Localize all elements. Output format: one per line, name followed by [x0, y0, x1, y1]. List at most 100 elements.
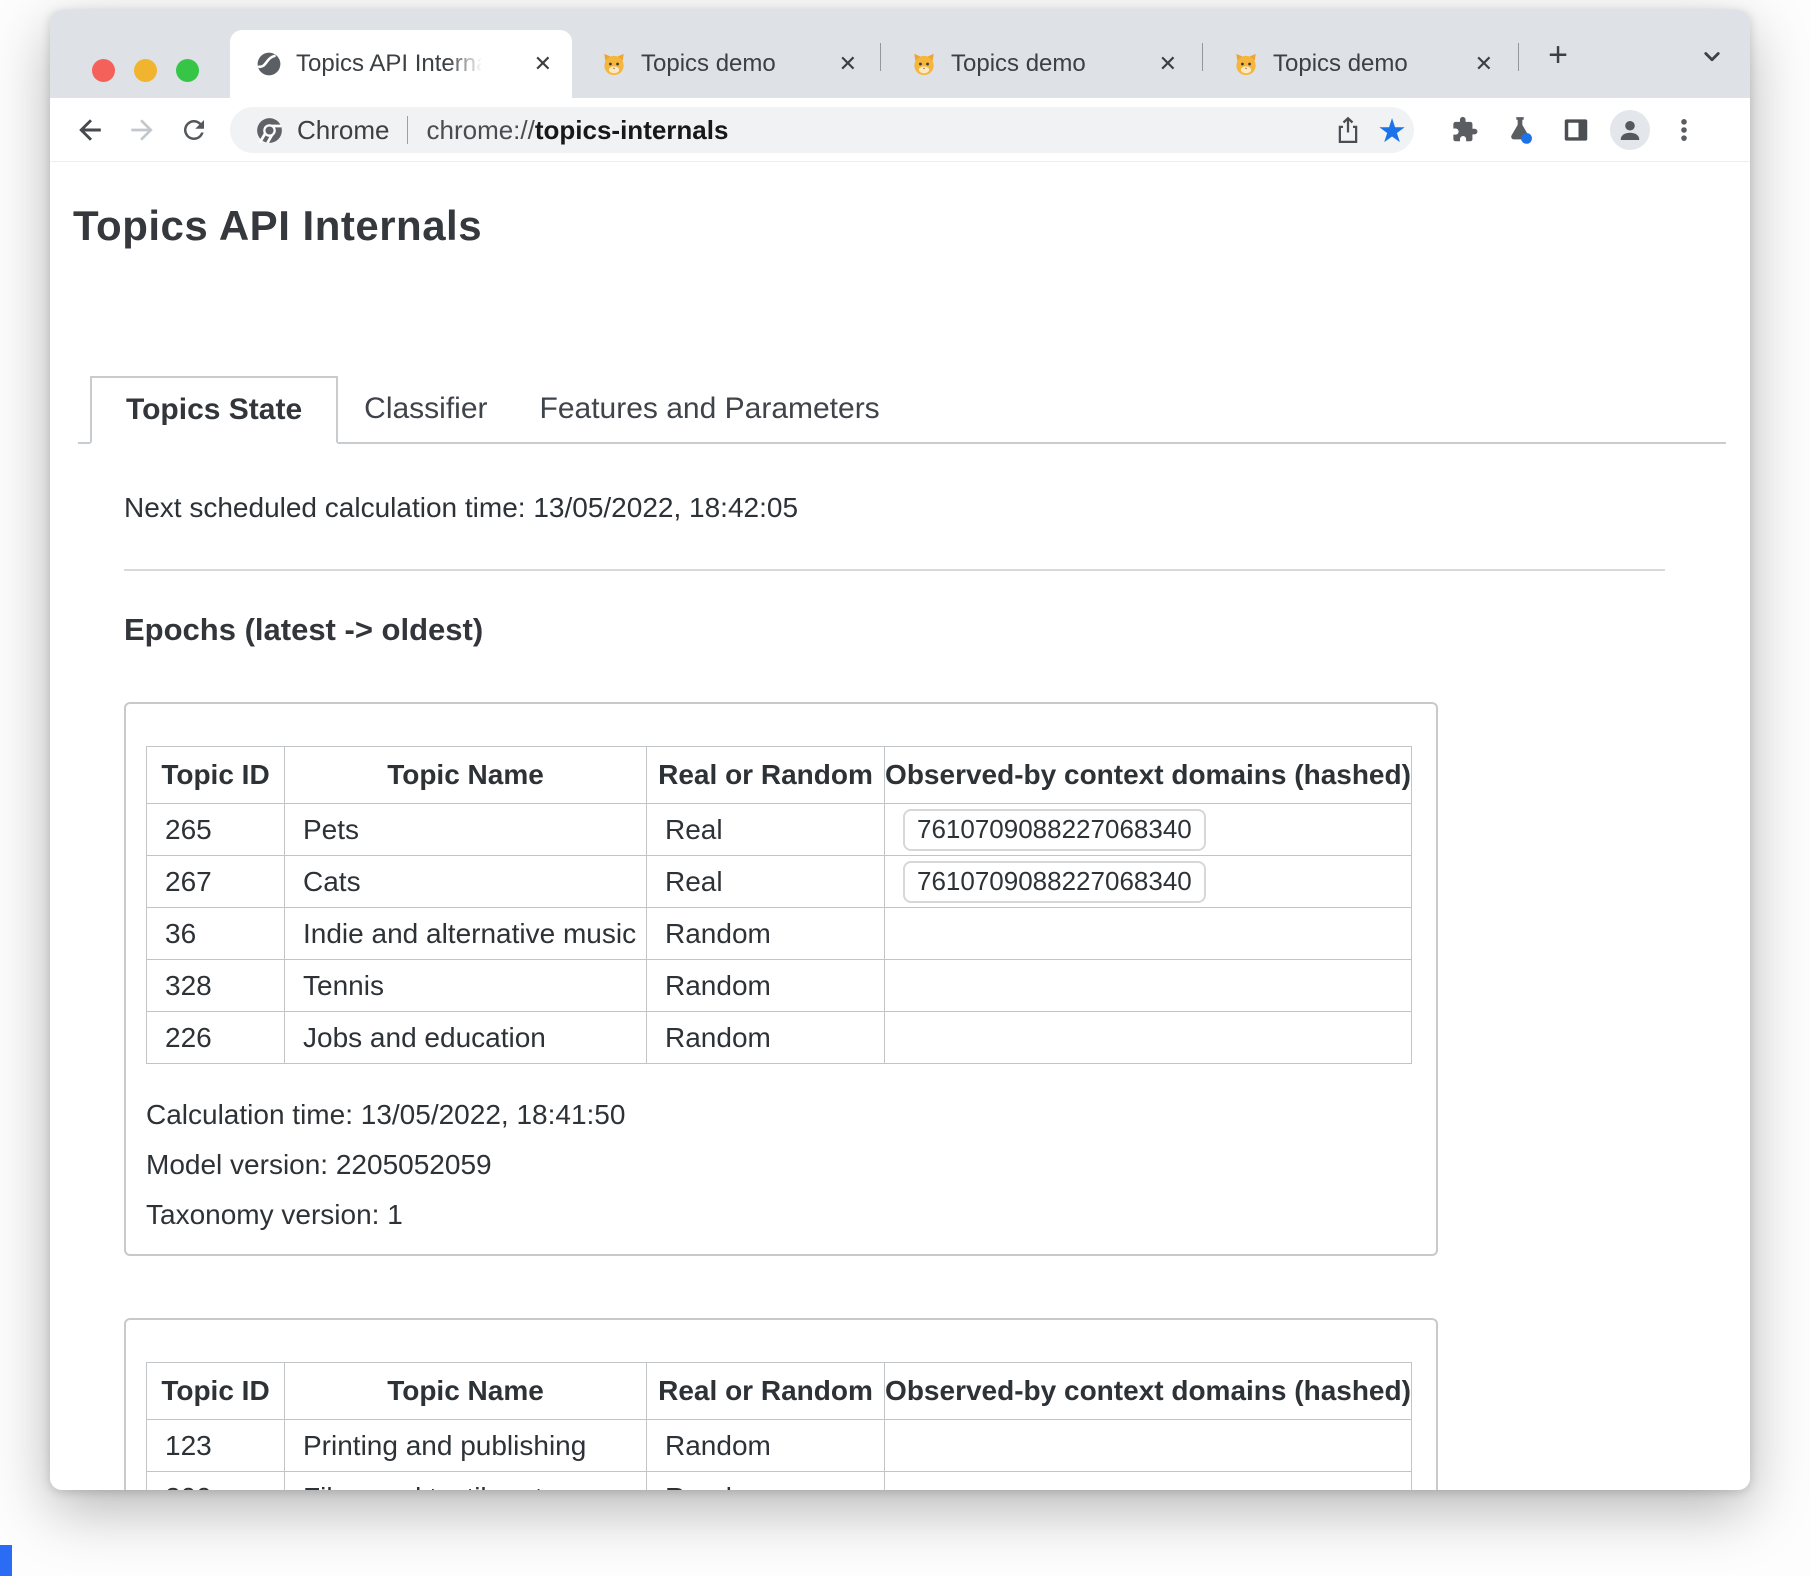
- observed-by-cell: [885, 908, 1412, 960]
- next-calculation-time: Next scheduled calculation time: 13/05/2…: [124, 492, 798, 524]
- cat-icon: [911, 51, 937, 77]
- topic-id-cell: 267: [147, 856, 285, 908]
- tab-title-fade: [448, 50, 482, 78]
- browser-tab-topics-demo-2[interactable]: Topics demo ✕: [885, 30, 1197, 98]
- tab-strip: Topics API Internals ✕ Topics demo ✕: [50, 10, 1750, 98]
- epoch-table-1: Topic ID Topic Name Real or Random Obser…: [146, 746, 1412, 1064]
- real-or-random-cell: Random: [647, 960, 885, 1012]
- hashed-domain-field[interactable]: 7610709088227068340: [903, 809, 1206, 851]
- tab-divider: [1202, 43, 1203, 71]
- topic-name-cell: Tennis: [285, 960, 647, 1012]
- tab-divider: [1518, 43, 1519, 71]
- bookmark-star-icon[interactable]: ★: [1370, 108, 1414, 152]
- kebab-menu-icon[interactable]: [1662, 108, 1706, 152]
- tab-title: Topics demo: [1273, 50, 1408, 78]
- hashed-domain-field[interactable]: 7610709088227068340: [903, 861, 1206, 903]
- tab-divider: [880, 43, 881, 71]
- topic-name-cell: Indie and alternative music: [285, 908, 647, 960]
- col-real-or-random: Real or Random: [647, 1363, 885, 1420]
- table-row: 123 Printing and publishing Random: [147, 1420, 1412, 1472]
- col-observed-by: Observed-by context domains (hashed): [885, 747, 1412, 804]
- tab-classifier[interactable]: Classifier: [338, 376, 513, 442]
- tab-search-chevron-icon[interactable]: [1690, 36, 1734, 76]
- page-tab-bar: Topics State Classifier Features and Par…: [78, 376, 1726, 444]
- new-tab-button[interactable]: +: [1538, 36, 1578, 76]
- maximize-window-button[interactable]: [176, 59, 199, 82]
- minimize-window-button[interactable]: [134, 59, 157, 82]
- table-row: 200 Fibre and textile arts Random: [147, 1472, 1412, 1491]
- col-topic-name: Topic Name: [285, 747, 647, 804]
- browser-tab-topics-internals[interactable]: Topics API Internals ✕: [230, 30, 572, 98]
- table-row: 226 Jobs and education Random: [147, 1012, 1412, 1064]
- close-window-button[interactable]: [92, 59, 115, 82]
- col-observed-by: Observed-by context domains (hashed): [885, 1363, 1412, 1420]
- topic-id-cell: 265: [147, 804, 285, 856]
- browser-tab-topics-demo-1[interactable]: Topics demo ✕: [575, 30, 877, 98]
- page-content: Topics API Internals Topics State Classi…: [50, 162, 1750, 1490]
- observed-by-cell: [885, 1420, 1412, 1472]
- observed-by-cell: [885, 960, 1412, 1012]
- table-row: 36 Indie and alternative music Random: [147, 908, 1412, 960]
- real-or-random-cell: Random: [647, 908, 885, 960]
- topic-name-cell: Fibre and textile arts: [285, 1472, 647, 1491]
- real-or-random-cell: Random: [647, 1012, 885, 1064]
- browser-tab-topics-demo-3[interactable]: Topics demo ✕: [1207, 30, 1513, 98]
- real-or-random-cell: Random: [647, 1420, 885, 1472]
- tab-title: Topics demo: [951, 50, 1086, 78]
- close-tab-icon[interactable]: ✕: [1159, 53, 1177, 75]
- table-header-row: Topic ID Topic Name Real or Random Obser…: [147, 1363, 1412, 1420]
- model-version: Model version: 2205052059: [146, 1140, 1436, 1190]
- col-real-or-random: Real or Random: [647, 747, 885, 804]
- back-button[interactable]: [68, 108, 112, 152]
- toolbar: Chrome chrome://topics-internals ★: [50, 98, 1750, 162]
- real-or-random-cell: Random: [647, 1472, 885, 1491]
- table-row: 267 Cats Real 7610709088227068340: [147, 856, 1412, 908]
- address-bar[interactable]: Chrome chrome://topics-internals ★: [230, 107, 1414, 153]
- page-title: Topics API Internals: [73, 202, 482, 250]
- profile-avatar[interactable]: [1610, 110, 1650, 150]
- background-window-sliver: [0, 1545, 12, 1576]
- topic-id-cell: 123: [147, 1420, 285, 1472]
- topic-name-cell: Cats: [285, 856, 647, 908]
- col-topic-name: Topic Name: [285, 1363, 647, 1420]
- browser-window: Topics API Internals ✕ Topics demo ✕: [50, 10, 1750, 1490]
- topic-name-cell: Printing and publishing: [285, 1420, 647, 1472]
- reload-button[interactable]: [172, 108, 216, 152]
- calculation-time: Calculation time: 13/05/2022, 18:41:50: [146, 1090, 1436, 1140]
- table-row: 328 Tennis Random: [147, 960, 1412, 1012]
- topic-id-cell: 200: [147, 1472, 285, 1491]
- extensions-puzzle-icon[interactable]: [1442, 108, 1486, 152]
- taxonomy-version: Taxonomy version: 1: [146, 1190, 1436, 1240]
- tab-features-and-parameters[interactable]: Features and Parameters: [514, 376, 906, 442]
- cat-icon: [601, 51, 627, 77]
- epoch-table-2: Topic ID Topic Name Real or Random Obser…: [146, 1362, 1412, 1490]
- section-divider: [124, 569, 1665, 571]
- table-header-row: Topic ID Topic Name Real or Random Obser…: [147, 747, 1412, 804]
- forward-button[interactable]: [120, 108, 164, 152]
- epochs-heading: Epochs (latest -> oldest): [124, 612, 483, 648]
- tab-title: Topics API Internals: [296, 50, 482, 78]
- col-topic-id: Topic ID: [147, 747, 285, 804]
- side-panel-icon[interactable]: [1554, 108, 1598, 152]
- col-topic-id: Topic ID: [147, 1363, 285, 1420]
- url-text[interactable]: chrome://topics-internals: [426, 115, 728, 146]
- topic-id-cell: 226: [147, 1012, 285, 1064]
- chrome-logo-icon: [256, 117, 283, 144]
- observed-by-cell: [885, 1472, 1412, 1491]
- tab-topics-state[interactable]: Topics State: [90, 376, 338, 444]
- observed-by-cell: 7610709088227068340: [885, 804, 1412, 856]
- real-or-random-cell: Real: [647, 804, 885, 856]
- cat-icon: [1233, 51, 1259, 77]
- real-or-random-cell: Real: [647, 856, 885, 908]
- chrome-labs-flask-icon[interactable]: [1498, 108, 1542, 152]
- observed-by-cell: [885, 1012, 1412, 1064]
- close-tab-icon[interactable]: ✕: [534, 53, 552, 75]
- observed-by-cell: 7610709088227068340: [885, 856, 1412, 908]
- share-icon[interactable]: [1326, 108, 1370, 152]
- globe-icon: [256, 51, 282, 77]
- site-label: Chrome: [297, 115, 389, 146]
- topic-name-cell: Pets: [285, 804, 647, 856]
- close-tab-icon[interactable]: ✕: [1475, 53, 1493, 75]
- close-tab-icon[interactable]: ✕: [839, 53, 857, 75]
- topic-id-cell: 328: [147, 960, 285, 1012]
